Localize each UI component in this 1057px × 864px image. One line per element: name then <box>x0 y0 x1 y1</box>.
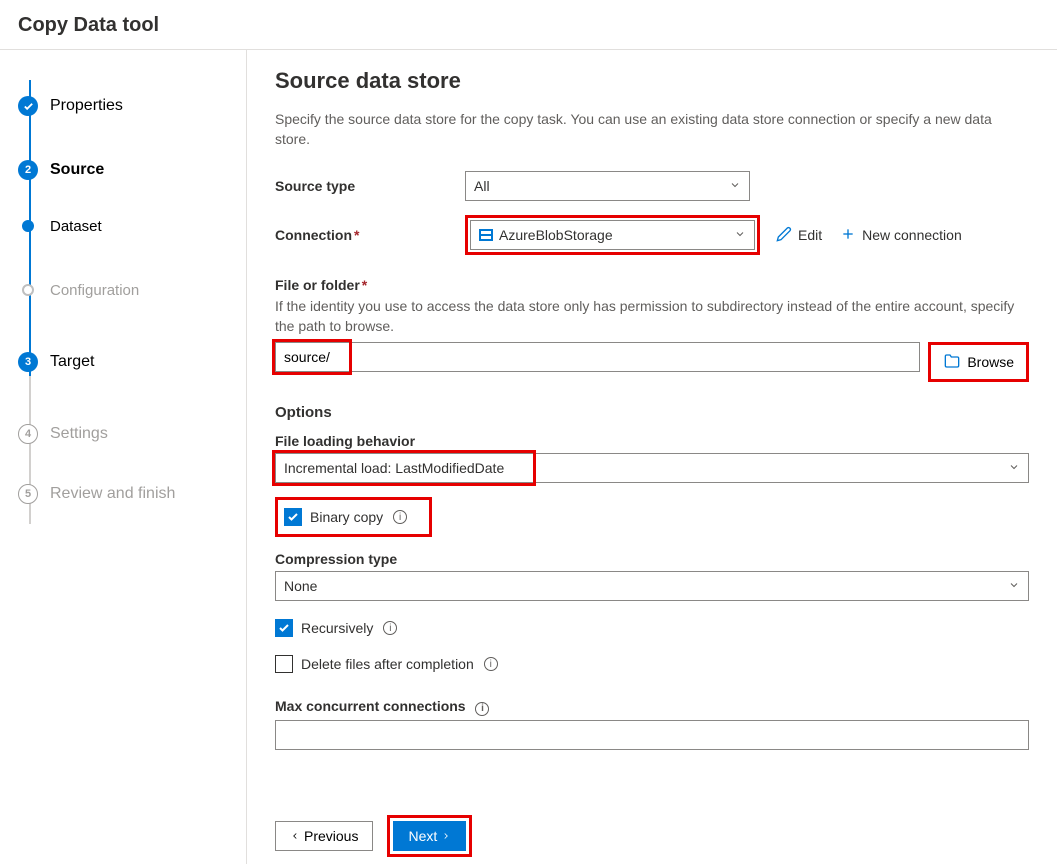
previous-label: Previous <box>304 828 358 844</box>
file-folder-input[interactable] <box>275 342 920 372</box>
delete-after-checkbox[interactable]: Delete files after completion i <box>275 655 498 673</box>
next-button[interactable]: Next <box>393 821 466 851</box>
select-value: All <box>474 178 490 194</box>
step-label: Review and finish <box>50 485 175 503</box>
step-label: Dataset <box>50 218 102 235</box>
step-badge-current: 2 <box>18 160 38 180</box>
step-settings: 4 Settings <box>18 398 246 470</box>
delete-after-label: Delete files after completion <box>301 656 474 672</box>
page-title: Source data store <box>275 68 1029 94</box>
plus-icon <box>840 226 856 245</box>
info-icon[interactable]: i <box>484 657 498 671</box>
substep-dot <box>22 220 34 232</box>
checkbox-unchecked-icon <box>275 655 293 673</box>
edit-label: Edit <box>798 227 822 243</box>
step-label: Settings <box>50 425 108 443</box>
wizard-footer: Previous Next <box>247 808 1057 864</box>
wizard-steps-sidebar: Properties 2 Source Dataset Configuratio… <box>0 50 246 864</box>
step-label: Properties <box>50 97 123 115</box>
checkbox-checked-icon <box>275 619 293 637</box>
max-conn-label: Max concurrent connections i <box>275 698 1029 716</box>
substep-configuration: Configuration <box>18 254 246 326</box>
checkbox-checked-icon <box>284 508 302 526</box>
previous-button[interactable]: Previous <box>275 821 373 851</box>
step-label: Target <box>50 353 94 371</box>
connection-label: Connection* <box>275 227 465 243</box>
recursively-checkbox[interactable]: Recursively i <box>275 619 397 637</box>
browse-button[interactable]: Browse <box>933 347 1024 377</box>
step-target[interactable]: 3 Target <box>18 326 246 398</box>
file-loading-select[interactable]: Incremental load: LastModifiedDate <box>275 453 1029 483</box>
select-value: Incremental load: LastModifiedDate <box>284 460 504 476</box>
folder-icon <box>943 353 961 372</box>
step-badge: 3 <box>18 352 38 372</box>
chevron-down-icon <box>734 228 746 243</box>
pencil-icon <box>776 226 792 245</box>
chevron-left-icon <box>290 828 300 844</box>
step-badge: 5 <box>18 484 38 504</box>
options-heading: Options <box>275 404 1029 421</box>
step-label: Configuration <box>50 282 139 299</box>
max-conn-input[interactable] <box>275 720 1029 750</box>
new-connection-button[interactable]: New connection <box>840 226 962 245</box>
select-value: None <box>284 578 317 594</box>
source-type-select[interactable]: All <box>465 171 750 201</box>
info-icon[interactable]: i <box>475 702 489 716</box>
recursively-label: Recursively <box>301 620 373 636</box>
step-label: Source <box>50 161 104 179</box>
connection-select[interactable]: AzureBlobStorage <box>470 220 755 250</box>
azure-blob-storage-icon <box>479 229 493 241</box>
browse-label: Browse <box>967 354 1014 370</box>
info-icon[interactable]: i <box>383 621 397 635</box>
select-value: AzureBlobStorage <box>499 227 613 243</box>
substep-dot <box>22 284 34 296</box>
file-folder-help: If the identity you use to access the da… <box>275 297 1029 336</box>
next-label: Next <box>408 828 437 844</box>
chevron-down-icon <box>1008 579 1020 594</box>
binary-copy-label: Binary copy <box>310 509 383 525</box>
info-icon[interactable]: i <box>393 510 407 524</box>
step-source[interactable]: 2 Source <box>18 142 246 198</box>
check-icon <box>18 96 38 116</box>
chevron-down-icon <box>1008 461 1020 476</box>
chevron-right-icon <box>441 828 451 844</box>
file-loading-label: File loading behavior <box>275 433 1029 449</box>
compression-label: Compression type <box>275 551 1029 567</box>
new-connection-label: New connection <box>862 227 962 243</box>
header-title: Copy Data tool <box>18 14 159 36</box>
chevron-down-icon <box>729 179 741 194</box>
file-folder-label: File or folder* <box>275 277 1029 293</box>
step-review: 5 Review and finish <box>18 470 246 518</box>
compression-select[interactable]: None <box>275 571 1029 601</box>
source-type-label: Source type <box>275 178 465 194</box>
substep-dataset[interactable]: Dataset <box>18 198 246 254</box>
page-header: Copy Data tool <box>0 0 1057 50</box>
step-properties[interactable]: Properties <box>18 70 246 142</box>
binary-copy-checkbox[interactable]: Binary copy i <box>284 508 407 526</box>
page-description: Specify the source data store for the co… <box>275 110 1029 149</box>
step-badge: 4 <box>18 424 38 444</box>
edit-connection-button[interactable]: Edit <box>776 226 822 245</box>
